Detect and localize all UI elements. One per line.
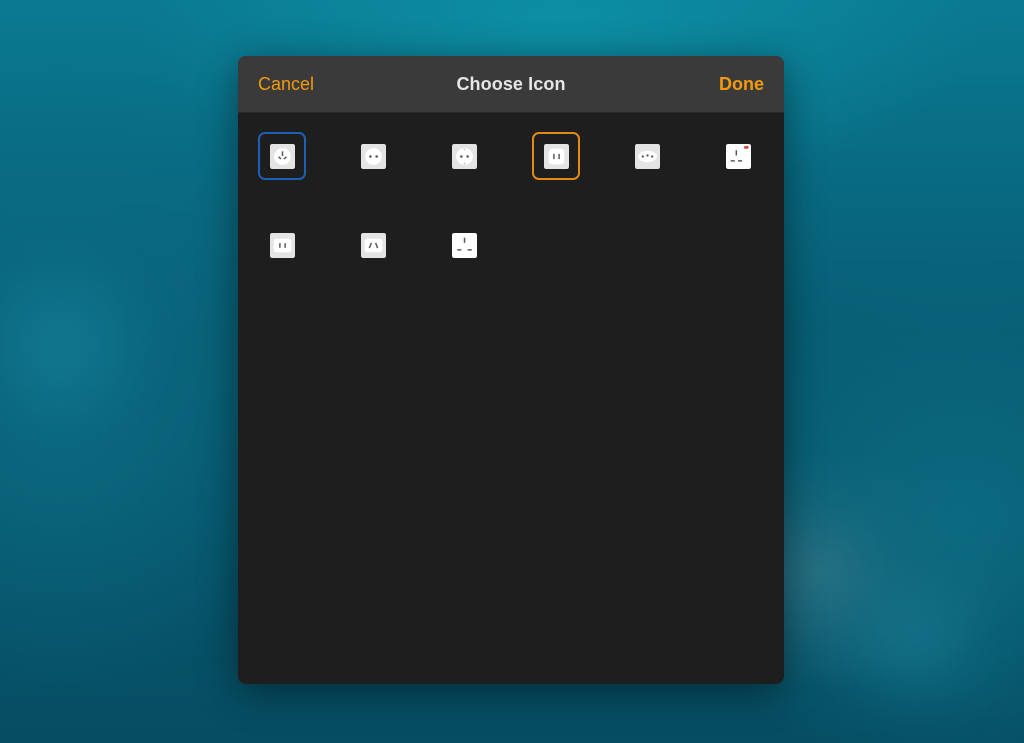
icon-cell[interactable] <box>532 132 581 180</box>
outlet-type-g-icon <box>452 232 478 258</box>
icon-cell[interactable] <box>258 221 306 269</box>
done-button[interactable]: Done <box>719 56 764 112</box>
icon-cell[interactable] <box>441 221 489 269</box>
icon-cell[interactable] <box>624 132 672 180</box>
choose-icon-dialog: Cancel Choose Icon Done <box>238 56 784 684</box>
icon-cell[interactable] <box>441 132 489 180</box>
outlet-type-i-alt-icon <box>360 232 386 258</box>
icon-grid <box>258 132 778 269</box>
outlet-type-a-icon <box>543 143 569 169</box>
dialog-titlebar: Cancel Choose Icon Done <box>238 56 784 113</box>
outlet-type-c-icon <box>360 143 386 169</box>
icon-cell[interactable] <box>349 221 397 269</box>
outlet-type-l-icon <box>635 143 661 169</box>
outlet-type-a-alt-icon <box>269 232 295 258</box>
outlet-type-g-switched-icon <box>726 143 752 169</box>
cancel-button[interactable]: Cancel <box>258 56 314 112</box>
outlet-type-f-icon <box>452 143 478 169</box>
icon-cell[interactable] <box>349 132 397 180</box>
outlet-type-i-icon <box>269 143 295 169</box>
dialog-title: Choose Icon <box>456 73 566 94</box>
icon-cell[interactable] <box>258 132 306 180</box>
icon-cell[interactable] <box>715 132 763 180</box>
